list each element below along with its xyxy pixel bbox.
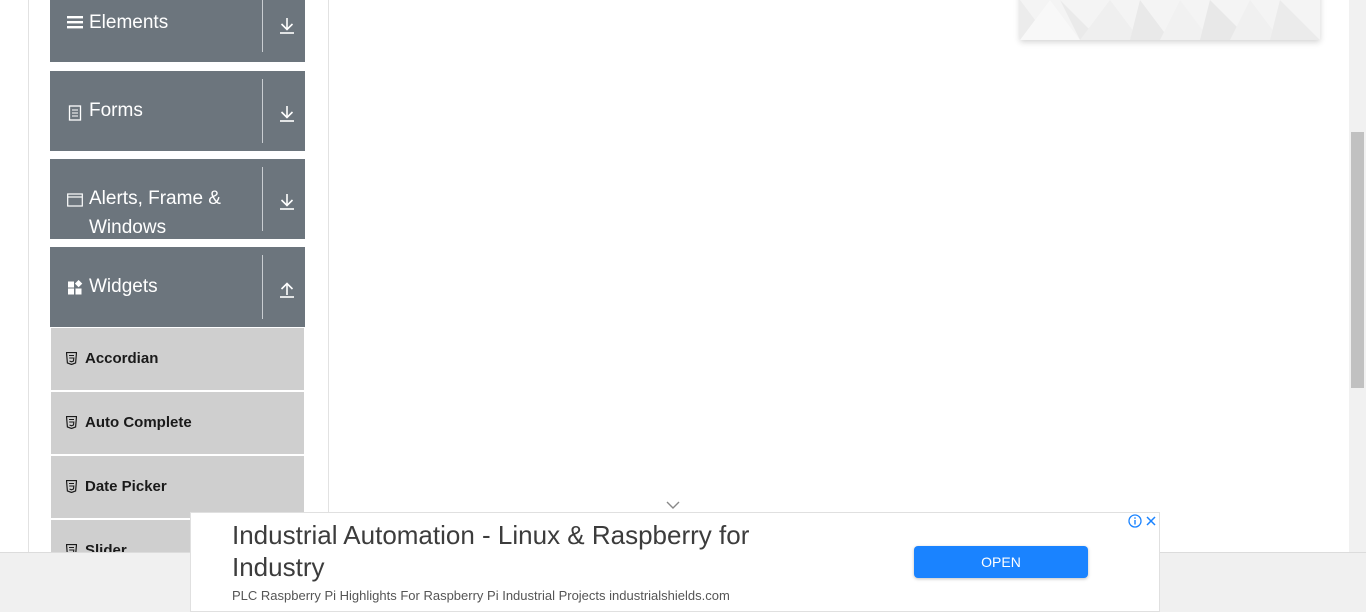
vertical-scrollbar[interactable] — [1349, 0, 1366, 552]
menu-item-auto-complete[interactable]: Auto Complete — [51, 392, 304, 454]
menu-item-label: Accordian — [85, 350, 159, 367]
scrollbar-thumb[interactable] — [1351, 132, 1364, 388]
geometric-pattern — [1020, 0, 1320, 40]
page: Elements Forms Alerts, Frame & Windows W… — [0, 0, 1366, 612]
download-arrow-icon[interactable] — [277, 192, 297, 212]
group-elements[interactable]: Elements — [50, 0, 305, 62]
group-divider — [262, 79, 263, 143]
group-divider — [262, 167, 263, 231]
group-alerts-frame-windows[interactable]: Alerts, Frame & Windows — [50, 159, 305, 239]
menu-item-accordian[interactable]: Accordian — [51, 328, 304, 390]
group-forms[interactable]: Forms — [50, 71, 305, 151]
group-title: Widgets — [89, 276, 158, 297]
menu-item-label: Auto Complete — [85, 414, 192, 431]
menu-item-date-picker[interactable]: Date Picker — [51, 456, 304, 518]
html5-icon — [65, 415, 78, 430]
download-arrow-icon[interactable] — [277, 16, 297, 36]
group-divider — [262, 0, 263, 52]
widgets-icon — [67, 279, 83, 296]
advertisement: Industrial Automation - Linux & Raspberr… — [190, 512, 1160, 612]
chevron-down-icon[interactable] — [666, 498, 680, 510]
group-title: Elements — [89, 12, 169, 33]
hamburger-icon — [67, 14, 83, 30]
document-icon — [67, 105, 83, 121]
sidebar-divider — [328, 0, 329, 552]
close-icon[interactable] — [1144, 514, 1158, 528]
info-icon[interactable] — [1128, 514, 1142, 528]
ad-description: PLC Raspberry Pi Highlights For Raspberr… — [232, 588, 730, 603]
group-divider — [262, 255, 263, 319]
ad-headline[interactable]: Industrial Automation - Linux & Raspberr… — [232, 519, 832, 583]
html5-icon — [65, 351, 78, 366]
html5-icon — [65, 479, 78, 494]
menu-item-label: Date Picker — [85, 478, 167, 495]
download-arrow-icon[interactable] — [277, 104, 297, 124]
left-divider — [28, 0, 29, 552]
group-title: Forms — [89, 100, 143, 121]
upload-arrow-icon[interactable] — [277, 279, 297, 299]
group-title: Alerts, Frame & Windows — [89, 188, 221, 238]
ad-open-button[interactable]: OPEN — [914, 546, 1088, 578]
banner-card — [1020, 0, 1320, 40]
group-widgets[interactable]: Widgets — [50, 247, 305, 327]
window-icon — [67, 192, 83, 208]
